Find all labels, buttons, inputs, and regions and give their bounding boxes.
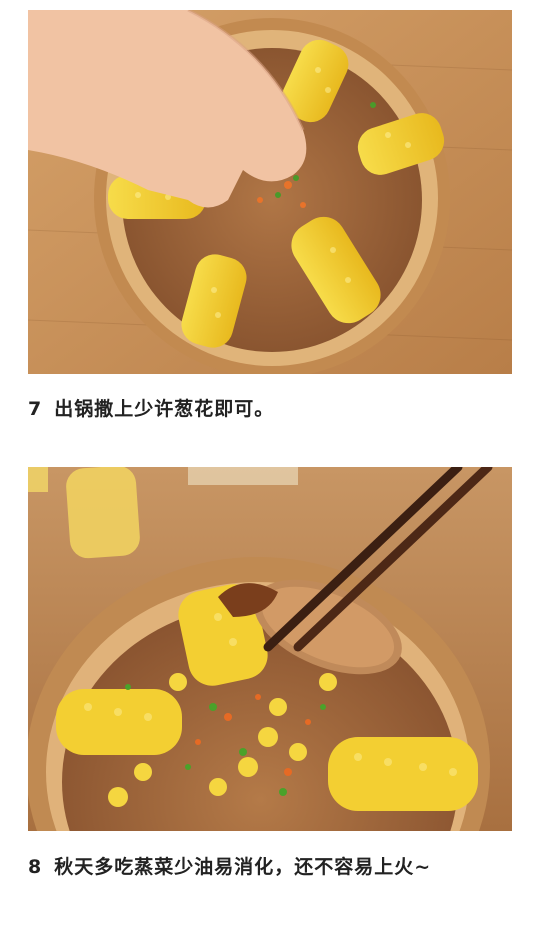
step-8-caption: 8 秋天多吃蒸菜少油易消化，还不容易上火~	[28, 852, 512, 879]
step-text: 秋天多吃蒸菜少油易消化，还不容易上火~	[54, 856, 432, 878]
step-7-photo	[28, 10, 512, 374]
step-7-caption: 7 出锅撒上少许葱花即可。	[28, 394, 512, 421]
step-number: 8	[28, 856, 43, 878]
steamer-rice-corn-image	[28, 10, 512, 374]
step-number: 7	[28, 398, 43, 420]
step-text: 出锅撒上少许葱花即可。	[54, 398, 275, 420]
step-8-photo	[28, 467, 512, 831]
chopsticks-sticky-rice-image	[28, 467, 512, 831]
